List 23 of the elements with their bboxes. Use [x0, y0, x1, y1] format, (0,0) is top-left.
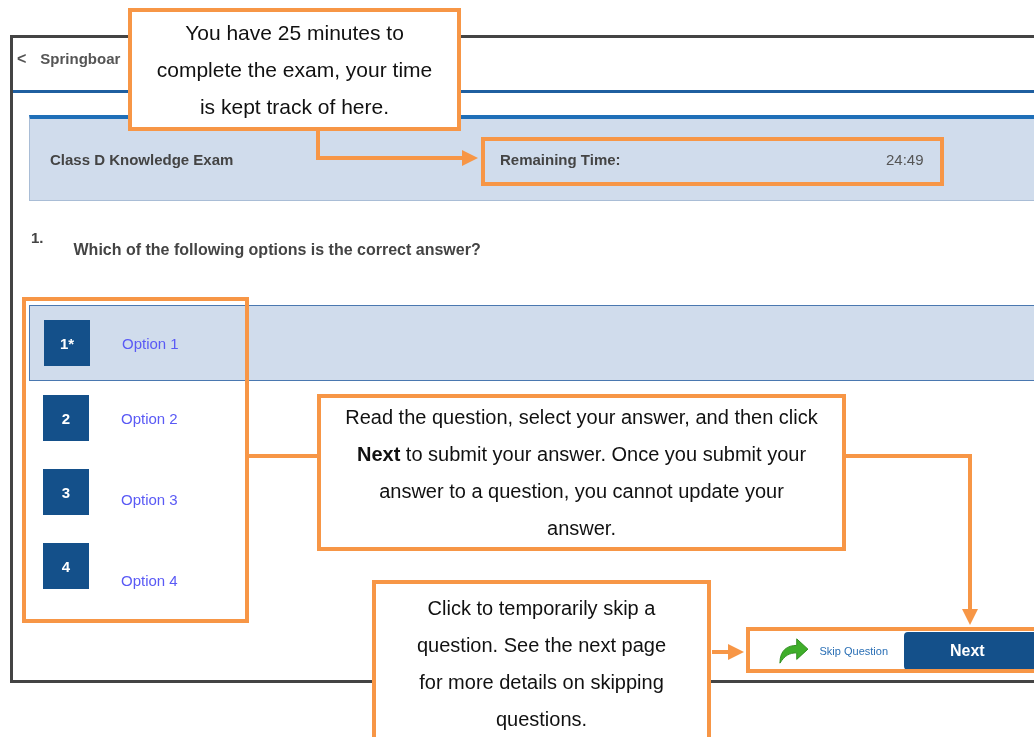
- callout-text: Click to temporarily skip a question. See the next page for more details on skipping questions.: [415, 596, 668, 732]
- option-row[interactable]: 2 Option 2: [29, 381, 239, 455]
- breadcrumb-link[interactable]: Springboar: [40, 50, 121, 67]
- option-row[interactable]: 4 Option 4: [29, 529, 239, 603]
- option-row[interactable]: 3 Option 3: [29, 455, 239, 529]
- next-button[interactable]: Next: [904, 632, 1034, 670]
- option-number-badge[interactable]: 1*: [44, 320, 90, 366]
- exam-title: Class D Knowledge Exam: [50, 151, 235, 168]
- option-label[interactable]: Option 2: [121, 409, 178, 427]
- question-number: 1.: [31, 229, 44, 248]
- option-number-badge[interactable]: 3: [43, 469, 89, 515]
- question-text: Which of the following options is the correct answer?: [73, 241, 481, 260]
- option-number-badge[interactable]: 4: [43, 543, 89, 589]
- callout-text: Read the question, select your answer, and then click Next to submit your answer. Once you submit your answer to a question, you cannot update your answer.: [345, 404, 818, 541]
- remaining-time-label: Remaining Time:: [500, 151, 622, 168]
- selected-option-row[interactable]: 1* Option 1: [29, 305, 1034, 381]
- option-number-badge[interactable]: 2: [43, 395, 89, 441]
- option-label[interactable]: Option 4: [121, 571, 178, 589]
- option-label[interactable]: Option 3: [121, 490, 178, 508]
- callout-text: You have 25 minutes to complete the exam, your time is kept track of here.: [155, 20, 434, 120]
- option-label[interactable]: Option 1: [122, 334, 179, 352]
- back-button[interactable]: <: [17, 50, 27, 68]
- remaining-time-value: 24:49: [886, 151, 924, 168]
